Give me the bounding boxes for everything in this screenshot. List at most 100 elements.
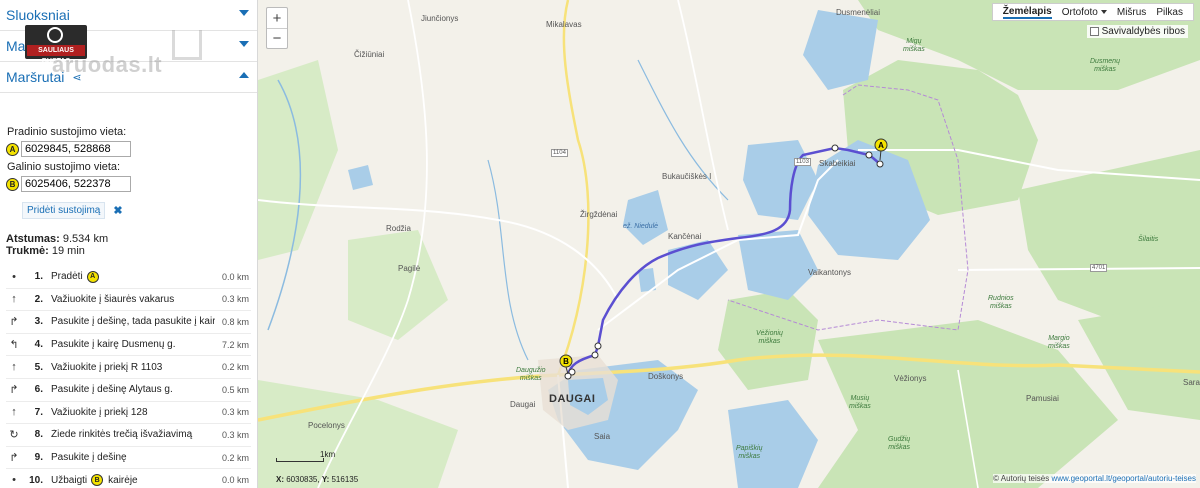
dot-icon: • [12, 270, 16, 283]
route-step[interactable]: • 10. Užbaigti Bkairėje 0.0 km [6, 469, 251, 488]
place-label: Vėžionys [894, 374, 927, 383]
route-step-distance: 0.3 km [221, 407, 249, 418]
forest-label: Gudžių miškas [888, 436, 911, 451]
route-step[interactable]: ↱ 6. Pasukite į dešinę Alytaus g. 0.5 km [6, 379, 251, 402]
route-step-text: Važiuokite į priekį 128 [51, 407, 215, 418]
turn-right-icon: ↱ [9, 316, 19, 329]
municipality-toggle[interactable]: Savivaldybės ribos [1086, 25, 1188, 38]
route-step[interactable]: ↑ 7. Važiuokite į priekį 128 0.3 km [6, 402, 251, 425]
start-coords-input[interactable] [21, 141, 131, 157]
route-step-distance: 7.2 km [221, 339, 249, 350]
place-label: Bukaučiškės I [662, 172, 712, 181]
cursor-coords: X: 6030835, Y: 516135 [276, 475, 359, 484]
route-step-distance: 0.0 km [221, 475, 249, 486]
route-waypoint [591, 351, 599, 359]
route-step-number: 5. [34, 361, 43, 373]
forest-label: Margio miškas [1048, 335, 1070, 350]
copyright-link[interactable]: www.geoportal.lt/geoportal/autoriu-teise… [1051, 474, 1196, 483]
distance-label: Atstumas: [6, 233, 60, 245]
panel-routes-title: Maršrutai [6, 69, 65, 85]
map-canvas[interactable]: A B Jiunčionys Mikalavas Dusmenėliai Čiž… [258, 0, 1200, 488]
forest-label: Musių miškas [849, 395, 871, 410]
main-road [556, 0, 590, 376]
route-step-number: 6. [34, 384, 43, 396]
route-step-distance: 0.0 km [221, 271, 249, 282]
pin-a-label: A [878, 141, 884, 150]
route-step-label: Važiuokite į šiaurės vakarus [51, 293, 175, 305]
forest-area [348, 230, 448, 340]
route-waypoint [876, 160, 884, 168]
layer-switcher: Žemėlapis Ortofoto Mišrus Pilkas [991, 3, 1194, 21]
sidebar: Sluoksniai Ma Maršrutai ⋖ SAULIAUS BUSTA… [0, 0, 258, 488]
close-icon[interactable]: ✖ [113, 204, 122, 217]
forest-label: Papiškių miškas [736, 445, 763, 460]
caret-down-icon [1100, 9, 1107, 14]
route-step-distance: 0.8 km [221, 316, 249, 327]
place-label: Dusmenėliai [836, 8, 881, 17]
pin-b-icon: B [91, 474, 104, 487]
layer-tab-zemelapis[interactable]: Žemėlapis [1002, 6, 1052, 19]
route-step[interactable]: ↑ 5. Važiuokite į priekį R 1103 0.2 km [6, 356, 251, 379]
route-step-number: 1. [34, 271, 43, 283]
panel-maps-header[interactable]: Ma [0, 31, 257, 62]
coords-x-label: X: [276, 475, 284, 484]
route-step[interactable]: ↑ 2. Važiuokite į šiaurės vakarus 0.3 km [6, 289, 251, 312]
duration-value: 19 min [51, 245, 85, 257]
route-step-number: 9. [34, 452, 43, 464]
panel-layers-title: Sluoksniai [6, 7, 70, 23]
distance-value: 9.534 km [62, 233, 109, 245]
layer-tab-ortofoto[interactable]: Ortofoto [1062, 7, 1107, 18]
route-step-text: Pasukite į kairę Dusmenų g. [51, 339, 215, 350]
zoom-in-button[interactable]: + [267, 8, 287, 28]
forest-label: Migų miškas [903, 38, 925, 53]
turn-left-icon: ↰ [9, 339, 19, 352]
start-label: Pradinio sustojimo vieta: [7, 126, 127, 138]
route-step[interactable]: ↰ 4. Pasukite į kairę Dusmenų g. 7.2 km [6, 334, 251, 357]
chevron-down-icon[interactable] [239, 41, 249, 47]
route-step[interactable]: • 1. Pradėti A 0.0 km [6, 266, 251, 289]
route-step[interactable]: ↻ 8. Žiede rinkitės trečią išvažiavimą 0.3 … [6, 424, 251, 447]
route-panel: Pradinio sustojimo vieta: A Galinio sust… [0, 126, 257, 488]
layer-tab-misrus[interactable]: Mišrus [1117, 7, 1146, 18]
route-summary: Atstumas: 9.534 km Trukmė: 19 min [6, 233, 251, 257]
route-step-label: Pasukite į kairę Dusmenų g. [51, 339, 176, 351]
forest-label: Rudnios miškas [988, 295, 1014, 310]
lake [348, 165, 373, 190]
chevron-up-icon[interactable] [239, 72, 249, 78]
route-step[interactable]: ↱ 9. Pasukite į dešinę 0.2 km [6, 447, 251, 470]
forest-area [258, 380, 458, 488]
route-step-number: 10. [29, 474, 43, 486]
route-step-distance: 0.5 km [221, 384, 249, 395]
place-label: Kančėnai [668, 232, 702, 241]
municipality-checkbox[interactable] [1089, 27, 1099, 36]
chevron-down-icon[interactable] [239, 10, 249, 16]
copyright: © Autorių teisės www.geoportal.lt/geopor… [993, 474, 1196, 483]
zoom-out-button[interactable]: − [267, 28, 287, 48]
end-coords-input[interactable] [21, 176, 131, 192]
pin-b-icon: B [6, 177, 19, 191]
place-label: Sara [1183, 378, 1200, 387]
forest-label: Daugužio miškas [516, 367, 546, 382]
place-label: Pamusiai [1026, 394, 1059, 403]
panel-routes-header[interactable]: Maršrutai ⋖ [0, 62, 257, 93]
share-icon[interactable]: ⋖ [72, 71, 81, 84]
layer-tab-pilkas[interactable]: Pilkas [1156, 7, 1183, 18]
forest-label: Dusmenų miškas [1090, 58, 1120, 73]
add-stop-row: Pridėti sustojimą ✖ [22, 202, 251, 219]
arrow-up-icon: ↑ [11, 406, 17, 419]
pin-a-icon: A [6, 142, 19, 156]
lake [803, 10, 878, 90]
route-step-number: 8. [34, 429, 43, 441]
place-label: Čižiūniai [354, 50, 385, 59]
zoom-control: + − [266, 7, 288, 49]
road-number-label: 1104 [551, 149, 568, 157]
route-step-text: Pasukite į dešinę [51, 452, 215, 463]
route-step[interactable]: ↱ 3. Pasukite į dešinę, tada pasukite į ka… [6, 311, 251, 334]
route-step-label: Važiuokite į priekį 128 [51, 406, 148, 418]
route-step-label: Pasukite į dešinę Alytaus g. [51, 384, 173, 396]
panel-layers-header[interactable]: Sluoksniai [0, 0, 257, 31]
place-label: Vaikantonys [808, 268, 851, 277]
add-stop-button[interactable]: Pridėti sustojimą [22, 202, 106, 219]
forest-area [1018, 150, 1200, 330]
road-number-label: 4701 [1090, 264, 1108, 272]
